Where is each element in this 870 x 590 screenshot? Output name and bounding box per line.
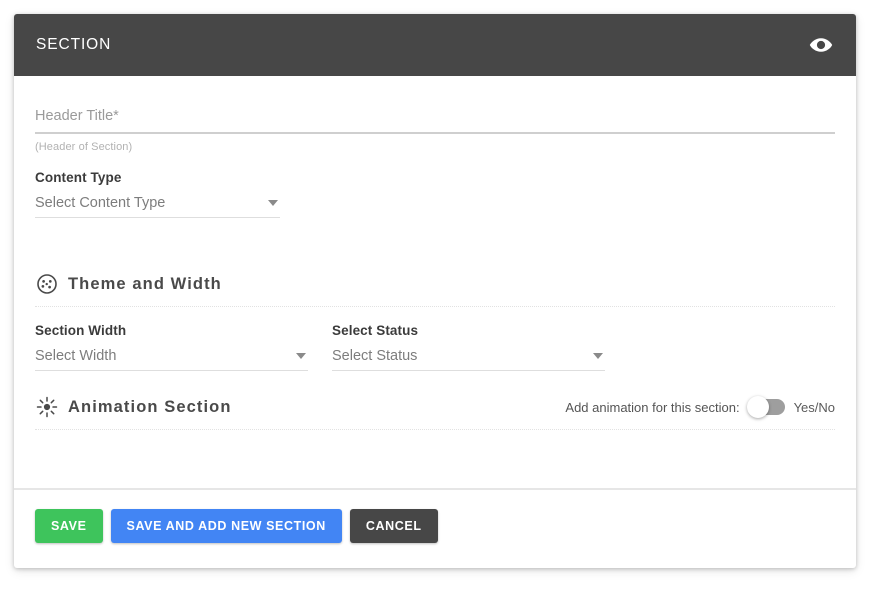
header-title-input[interactable] [35, 102, 835, 134]
content-type-selected-value: Select Content Type [35, 194, 166, 211]
card-header-title: SECTION [36, 36, 112, 53]
animation-section-heading: Animation Section Add animation for this… [35, 395, 835, 430]
save-button[interactable]: SAVE [35, 509, 103, 543]
animation-toggle-knob [746, 396, 769, 418]
select-status-label: Select Status [332, 323, 419, 338]
section-width-select[interactable]: Select Width [35, 341, 308, 371]
animation-toggle-yesno-label: Yes/No [793, 399, 835, 415]
animation-toggle-group: Add animation for this section: Yes/No [565, 396, 835, 418]
chevron-down-icon [268, 199, 278, 206]
header-title-helper: (Header of Section) [35, 141, 133, 153]
section-width-field: Section Width Select Width [35, 323, 308, 371]
select-status-selected-value: Select Status [332, 347, 418, 364]
theme-and-width-title: Theme and Width [68, 274, 222, 293]
chevron-down-icon [296, 352, 306, 359]
palette-icon [35, 272, 59, 296]
theme-and-width-heading: Theme and Width [35, 272, 835, 307]
card-body: (Header of Section) Content Type Select … [14, 76, 856, 456]
card-footer: SAVE SAVE AND ADD NEW SECTION CANCEL [14, 488, 856, 568]
animation-toggle-label: Add animation for this section: [565, 399, 740, 415]
animation-section-title: Animation Section [68, 397, 232, 416]
select-status-select[interactable]: Select Status [332, 341, 605, 371]
content-type-label: Content Type [35, 170, 122, 185]
body-bottom-spacer [35, 430, 835, 456]
section-card: SECTION (Header of Section) Content Type… [14, 14, 856, 568]
chevron-down-icon [593, 352, 603, 359]
cancel-button[interactable]: CANCEL [349, 509, 438, 543]
header-title-field: (Header of Section) [35, 102, 835, 153]
width-status-row: Section Width Select Width Select Status… [35, 323, 835, 371]
sparkle-icon [35, 395, 59, 419]
section-width-label: Section Width [35, 323, 127, 338]
content-type-select[interactable]: Select Content Type [35, 188, 280, 218]
save-and-add-new-section-button[interactable]: SAVE AND ADD NEW SECTION [110, 509, 342, 543]
eye-icon[interactable] [808, 32, 834, 58]
animation-toggle[interactable] [746, 396, 785, 418]
card-header: SECTION [14, 14, 856, 76]
page-root: SECTION (Header of Section) Content Type… [0, 0, 870, 590]
select-status-field: Select Status Select Status [332, 323, 605, 371]
section-width-selected-value: Select Width [35, 347, 117, 364]
